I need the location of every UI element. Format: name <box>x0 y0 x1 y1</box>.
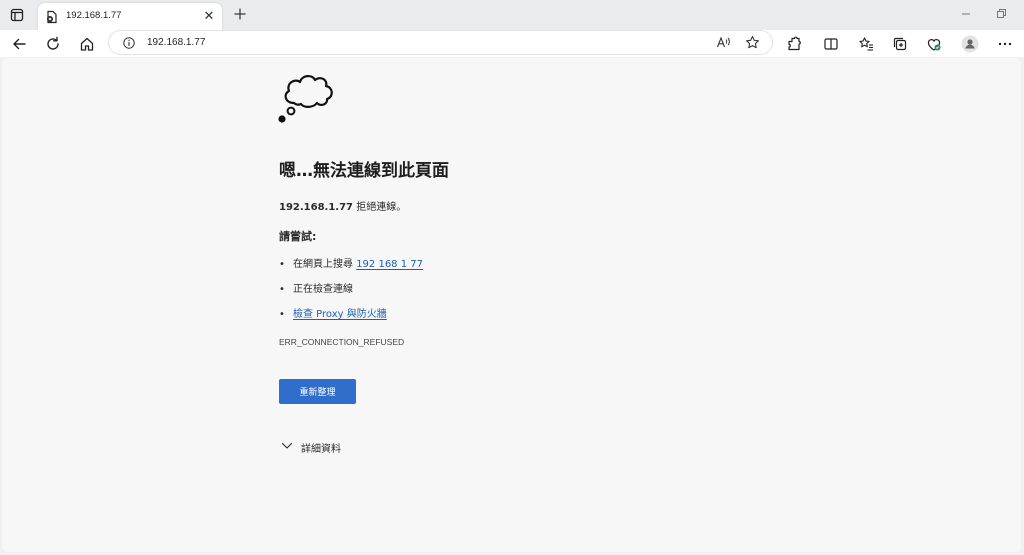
bullet: • <box>279 259 285 270</box>
chevron-down-icon <box>281 442 293 453</box>
collections-icon[interactable] <box>890 34 910 54</box>
tab-close-icon[interactable]: ✕ <box>202 8 216 23</box>
profile-icon[interactable] <box>960 34 980 54</box>
home-icon[interactable] <box>77 34 97 54</box>
back-icon[interactable] <box>9 34 29 54</box>
error-headline: 嗯…無法連線到此頁面 <box>279 161 449 181</box>
browser-essentials-icon[interactable] <box>924 34 944 54</box>
tab-strip: 192.168.1.77 ✕ <box>0 0 1024 30</box>
minimize-button[interactable] <box>958 7 974 21</box>
split-screen-icon[interactable] <box>821 34 841 54</box>
new-tab-button[interactable] <box>231 5 249 23</box>
extensions-icon[interactable] <box>784 34 804 54</box>
read-aloud-icon[interactable] <box>716 35 731 50</box>
tab-title: 192.168.1.77 <box>66 10 122 21</box>
tab-active[interactable]: 192.168.1.77 ✕ <box>38 3 222 30</box>
try-heading: 請嘗試: <box>279 230 317 243</box>
details-toggle[interactable]: 詳細資料 <box>281 440 341 455</box>
refresh-icon[interactable] <box>43 34 63 54</box>
reload-button[interactable]: 重新整理 <box>279 379 356 404</box>
suggestion-proxy: • 檢查 Proxy 與防火牆 <box>279 305 387 320</box>
error-code: ERR_CONNECTION_REFUSED <box>279 337 405 347</box>
host-name: 192.168.1.77 <box>279 202 354 213</box>
search-link[interactable]: 192 168 1 77 <box>356 259 423 270</box>
bullet: • <box>279 309 285 320</box>
refused-message: 192.168.1.77 拒絕連線。 <box>279 198 406 213</box>
favorite-star-icon[interactable] <box>745 35 760 50</box>
suggestion-search-text: 在網頁上搜尋 <box>293 259 357 270</box>
suggestion-search: • 在網頁上搜尋 192 168 1 77 <box>279 255 423 270</box>
favorites-icon[interactable] <box>856 34 876 54</box>
page-viewport <box>2 58 1021 552</box>
proxy-firewall-link[interactable]: 檢查 Proxy 與防火牆 <box>293 309 387 320</box>
refused-text: 拒絕連線。 <box>353 202 407 213</box>
url-text[interactable]: 192.168.1.77 <box>147 37 205 48</box>
suggestion-check-connection-text: 正在檢查連線 <box>293 284 353 295</box>
address-bar[interactable]: 192.168.1.77 <box>109 31 772 54</box>
bullet: • <box>279 284 285 295</box>
plus-icon <box>234 8 246 20</box>
thought-cloud-icon <box>277 67 339 129</box>
restore-button[interactable] <box>993 7 1009 21</box>
info-icon[interactable] <box>123 36 135 49</box>
page-favicon-icon <box>45 10 59 24</box>
more-icon[interactable] <box>995 34 1015 54</box>
suggestion-check-connection: • 正在檢查連線 <box>279 280 353 295</box>
tab-actions-icon[interactable] <box>8 6 26 24</box>
details-label: 詳細資料 <box>301 444 341 455</box>
